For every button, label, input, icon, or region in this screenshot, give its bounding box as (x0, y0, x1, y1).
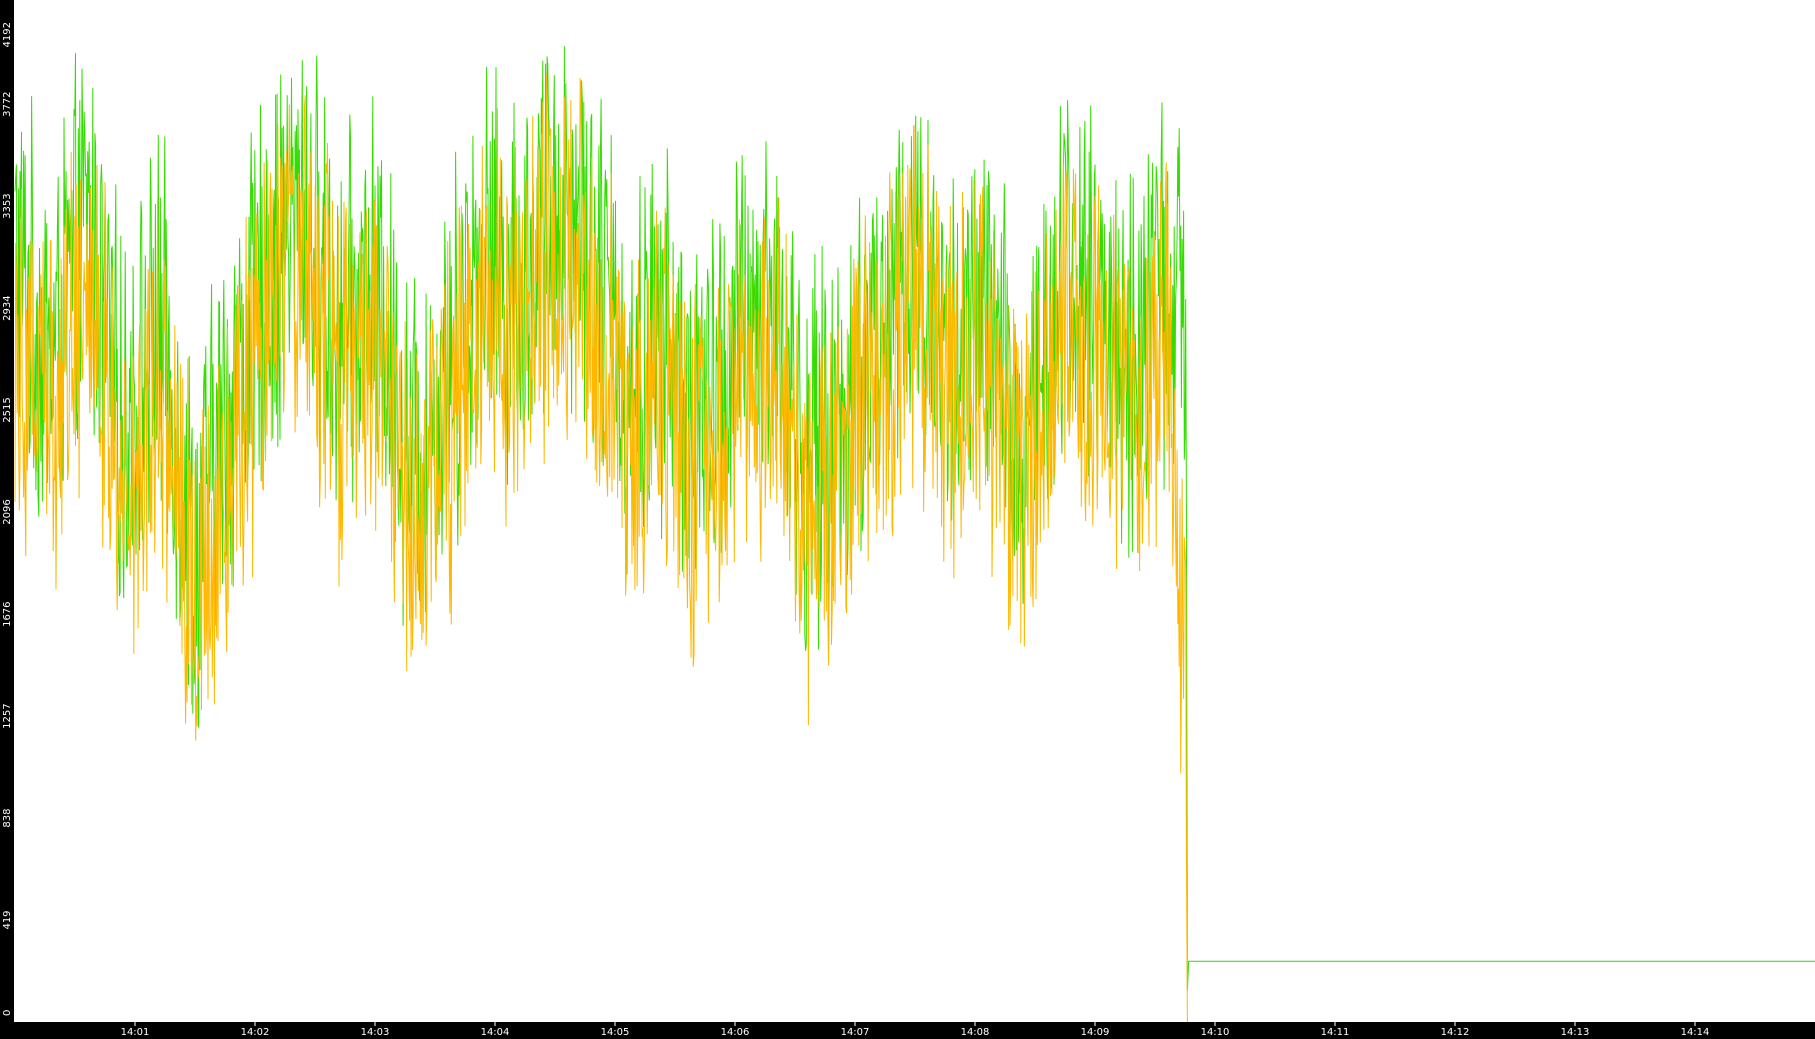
y-tick-label: 1257 (2, 703, 13, 728)
x-axis-band (0, 1022, 1815, 1039)
x-tick-label: 14:05 (601, 1027, 630, 1038)
x-tick-label: 14:06 (721, 1027, 750, 1038)
y-tick-label: 2515 (2, 397, 13, 422)
y-tick-label: 2096 (2, 499, 13, 524)
x-tick-label: 14:07 (841, 1027, 870, 1038)
x-tick-label: 14:12 (1441, 1027, 1470, 1038)
x-tick-label: 14:08 (961, 1027, 990, 1038)
time-series-chart: 041983812571676209625152934335337724192 … (0, 0, 1815, 1039)
x-tick-label: 14:13 (1561, 1027, 1590, 1038)
y-tick-label: 3353 (2, 193, 13, 218)
y-tick-label: 3772 (2, 91, 13, 116)
x-tick-label: 14:02 (241, 1027, 270, 1038)
y-tick-label: 2934 (2, 295, 13, 320)
y-tick-label: 419 (2, 910, 13, 929)
y-tick-label: 838 (2, 809, 13, 828)
y-tick-label: 0 (2, 1010, 13, 1016)
x-tick-label: 14:11 (1321, 1027, 1350, 1038)
plot-background (0, 0, 1815, 1039)
x-tick-label: 14:10 (1201, 1027, 1230, 1038)
x-tick-label: 14:09 (1081, 1027, 1110, 1038)
x-tick-label: 14:03 (361, 1027, 390, 1038)
y-tick-label: 4192 (2, 22, 13, 47)
x-tick-label: 14:14 (1681, 1027, 1710, 1038)
x-tick-label: 14:01 (121, 1027, 150, 1038)
chart-container: 0 419 838 1257 1676 2096 2515 2934 3353 3772 4192 … (0, 0, 1815, 1039)
x-tick-label: 14:04 (481, 1027, 510, 1038)
y-tick-label: 1676 (2, 601, 13, 626)
